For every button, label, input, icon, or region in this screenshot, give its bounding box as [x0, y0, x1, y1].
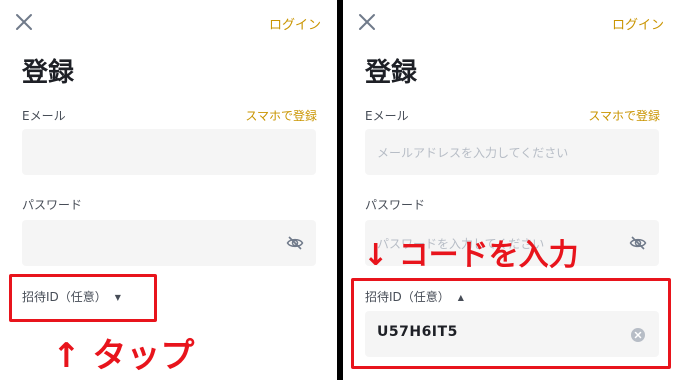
highlight-box	[9, 274, 157, 322]
phone-register-link[interactable]: スマホで登録	[588, 107, 660, 124]
login-link[interactable]: ログイン	[612, 14, 664, 33]
annotation-tap: ↑ タップ	[52, 336, 195, 376]
email-field[interactable]: メールアドレスを入力してください	[365, 129, 659, 175]
close-icon[interactable]	[14, 12, 34, 32]
password-label: パスワード	[365, 198, 426, 212]
annotation-enter-code: ↓ コードを入力	[363, 238, 579, 273]
page-title: 登録	[365, 58, 418, 88]
email-field[interactable]	[22, 129, 316, 175]
password-field[interactable]	[22, 220, 316, 266]
email-label: Eメール	[22, 109, 66, 123]
eye-off-icon[interactable]	[286, 234, 304, 252]
close-icon[interactable]	[357, 12, 377, 32]
highlight-box	[351, 278, 671, 369]
login-link[interactable]: ログイン	[269, 14, 321, 33]
page-title: 登録	[22, 58, 75, 88]
email-label: Eメール	[365, 109, 409, 123]
registration-panel-right: ログイン 登録 Eメール スマホで登録 メールアドレスを入力してください パスワ…	[343, 0, 680, 380]
eye-off-icon[interactable]	[629, 234, 647, 252]
password-label: パスワード	[22, 198, 83, 212]
phone-register-link[interactable]: スマホで登録	[245, 107, 317, 124]
registration-panel-left: ログイン 登録 Eメール スマホで登録 パスワード 招待ID（任意） ▼ ↑ タッ…	[0, 0, 337, 380]
email-placeholder: メールアドレスを入力してください	[377, 146, 569, 160]
